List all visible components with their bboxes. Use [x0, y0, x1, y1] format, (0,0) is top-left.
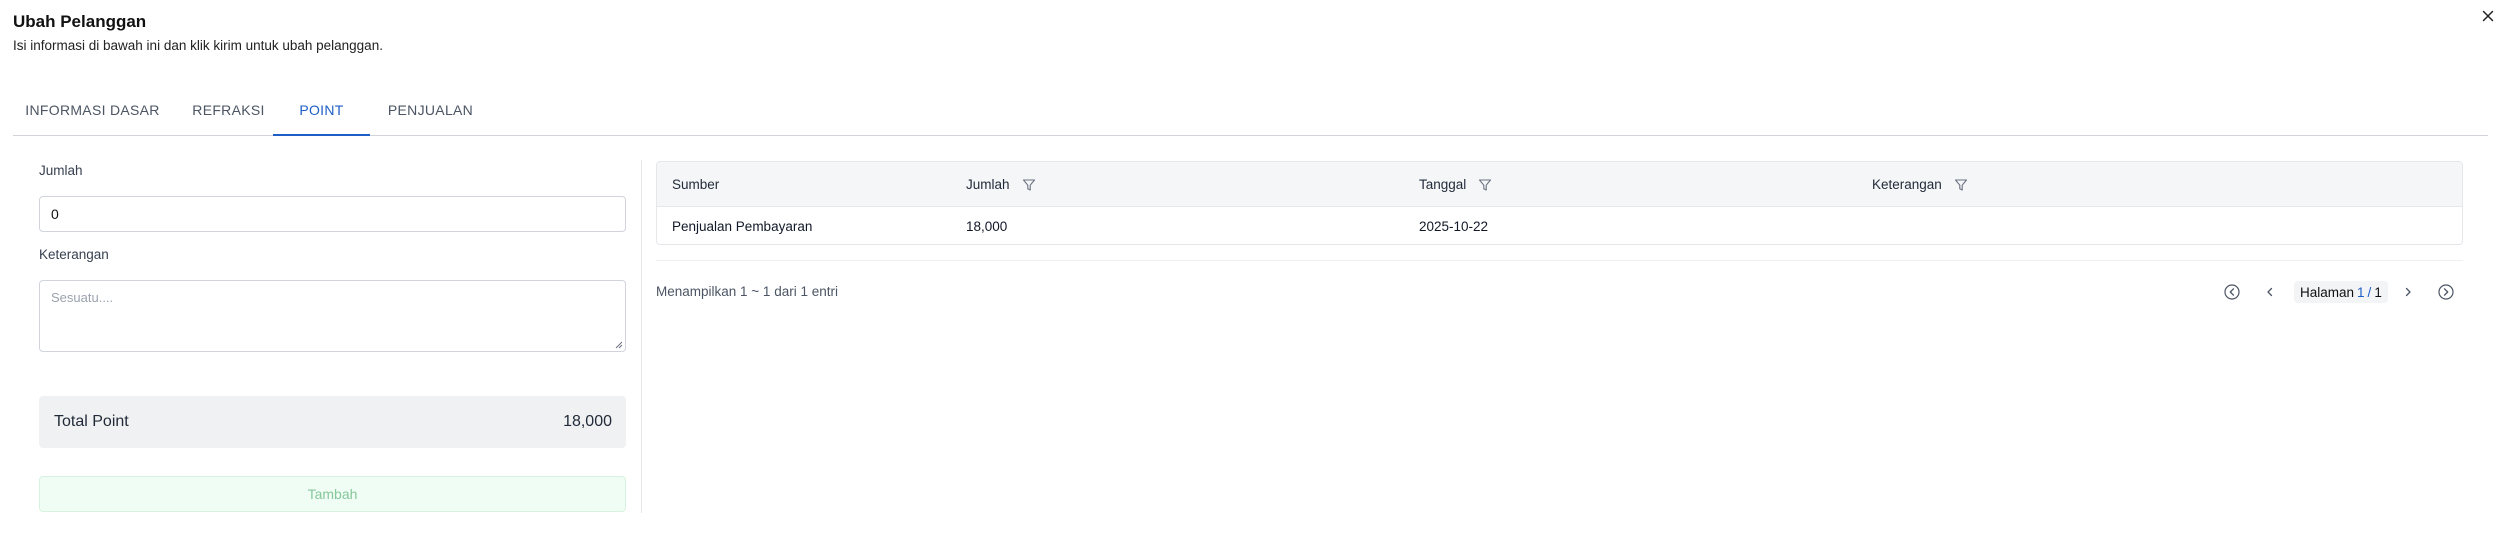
- tab-penjualan[interactable]: PENJUALAN: [371, 96, 490, 136]
- dialog-title: Ubah Pelanggan: [13, 12, 147, 31]
- column-header-sumber: Sumber: [672, 162, 719, 207]
- tab-informasi-dasar[interactable]: INFORMASI DASAR: [13, 96, 172, 136]
- note-placeholder: Sesuatu....: [51, 290, 114, 305]
- total-point-box: Total Point 18,000: [39, 396, 626, 448]
- filter-icon[interactable]: [1954, 178, 1968, 192]
- tab-point[interactable]: POINT: [273, 96, 370, 136]
- note-label: Keterangan: [39, 247, 109, 262]
- next-page-button[interactable]: [2395, 279, 2421, 305]
- page-indicator: Halaman 1 / 1: [2294, 281, 2388, 303]
- filter-icon[interactable]: [1022, 178, 1036, 192]
- first-page-button[interactable]: [2219, 279, 2245, 305]
- table-row: Penjualan Pembayaran 18,000 2025-10-22: [657, 207, 2462, 244]
- first-page-icon: [2224, 284, 2240, 300]
- column-label: Tanggal: [1419, 177, 1467, 192]
- total-point-label: Total Point: [54, 413, 129, 430]
- total-pages: 1: [2374, 284, 2382, 300]
- cell-date: 2025-10-22: [1419, 218, 1489, 234]
- close-button[interactable]: [2478, 6, 2498, 26]
- table-footer-divider: [656, 260, 2463, 261]
- column-header-jumlah: Jumlah: [966, 162, 1036, 207]
- filter-icon[interactable]: [1478, 178, 1492, 192]
- total-point-value: 18,000: [563, 413, 612, 430]
- dialog-subtitle: Isi informasi di bawah ini dan klik kiri…: [13, 38, 383, 53]
- close-icon: [2482, 10, 2494, 22]
- chevron-left-icon: [2267, 287, 2273, 297]
- note-textarea[interactable]: Sesuatu....: [39, 280, 626, 352]
- last-page-icon: [2438, 284, 2454, 300]
- resize-grip-icon[interactable]: [614, 340, 623, 349]
- point-history-table: Sumber Jumlah Tanggal Keterangan Penjual…: [656, 161, 2463, 245]
- page-separator: /: [2367, 284, 2372, 300]
- amount-label: Jumlah: [39, 163, 83, 178]
- cell-source: Penjualan Pembayaran: [672, 218, 813, 234]
- column-header-keterangan: Keterangan: [1872, 162, 1968, 207]
- table-header: Sumber Jumlah Tanggal Keterangan: [657, 162, 2462, 207]
- add-button[interactable]: Tambah: [39, 476, 626, 512]
- cell-amount: 18,000: [966, 218, 1008, 234]
- chevron-right-icon: [2405, 287, 2411, 297]
- tab-bar: INFORMASI DASAR REFRAKSI POINT PENJUALAN: [13, 96, 2488, 136]
- entries-summary: Menampilkan 1 ~ 1 dari 1 entri: [656, 284, 838, 299]
- previous-page-button[interactable]: [2257, 279, 2283, 305]
- column-label: Jumlah: [966, 177, 1010, 192]
- column-label: Sumber: [672, 177, 720, 192]
- current-page: 1: [2357, 284, 2365, 300]
- column-label: Keterangan: [1872, 177, 1942, 192]
- tab-refraksi[interactable]: REFRAKSI: [172, 96, 285, 136]
- column-header-tanggal: Tanggal: [1419, 162, 1492, 207]
- page-label: Halaman: [2300, 284, 2355, 300]
- amount-input[interactable]: 0: [39, 196, 626, 232]
- last-page-button[interactable]: [2433, 279, 2459, 305]
- panel-divider: [641, 160, 642, 513]
